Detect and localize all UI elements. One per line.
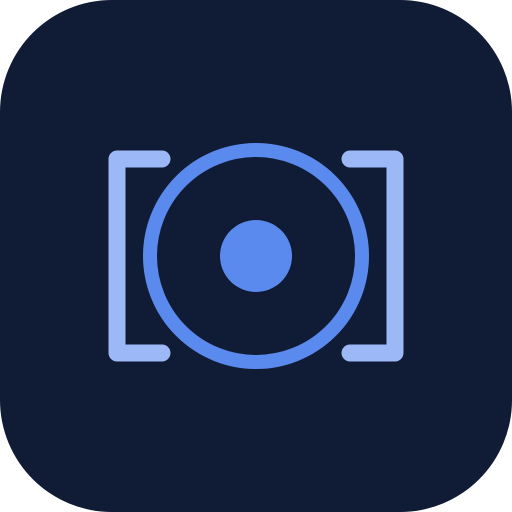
center-dot-icon xyxy=(220,220,292,292)
app-icon xyxy=(0,0,512,512)
app-icon-graphic xyxy=(0,0,512,512)
